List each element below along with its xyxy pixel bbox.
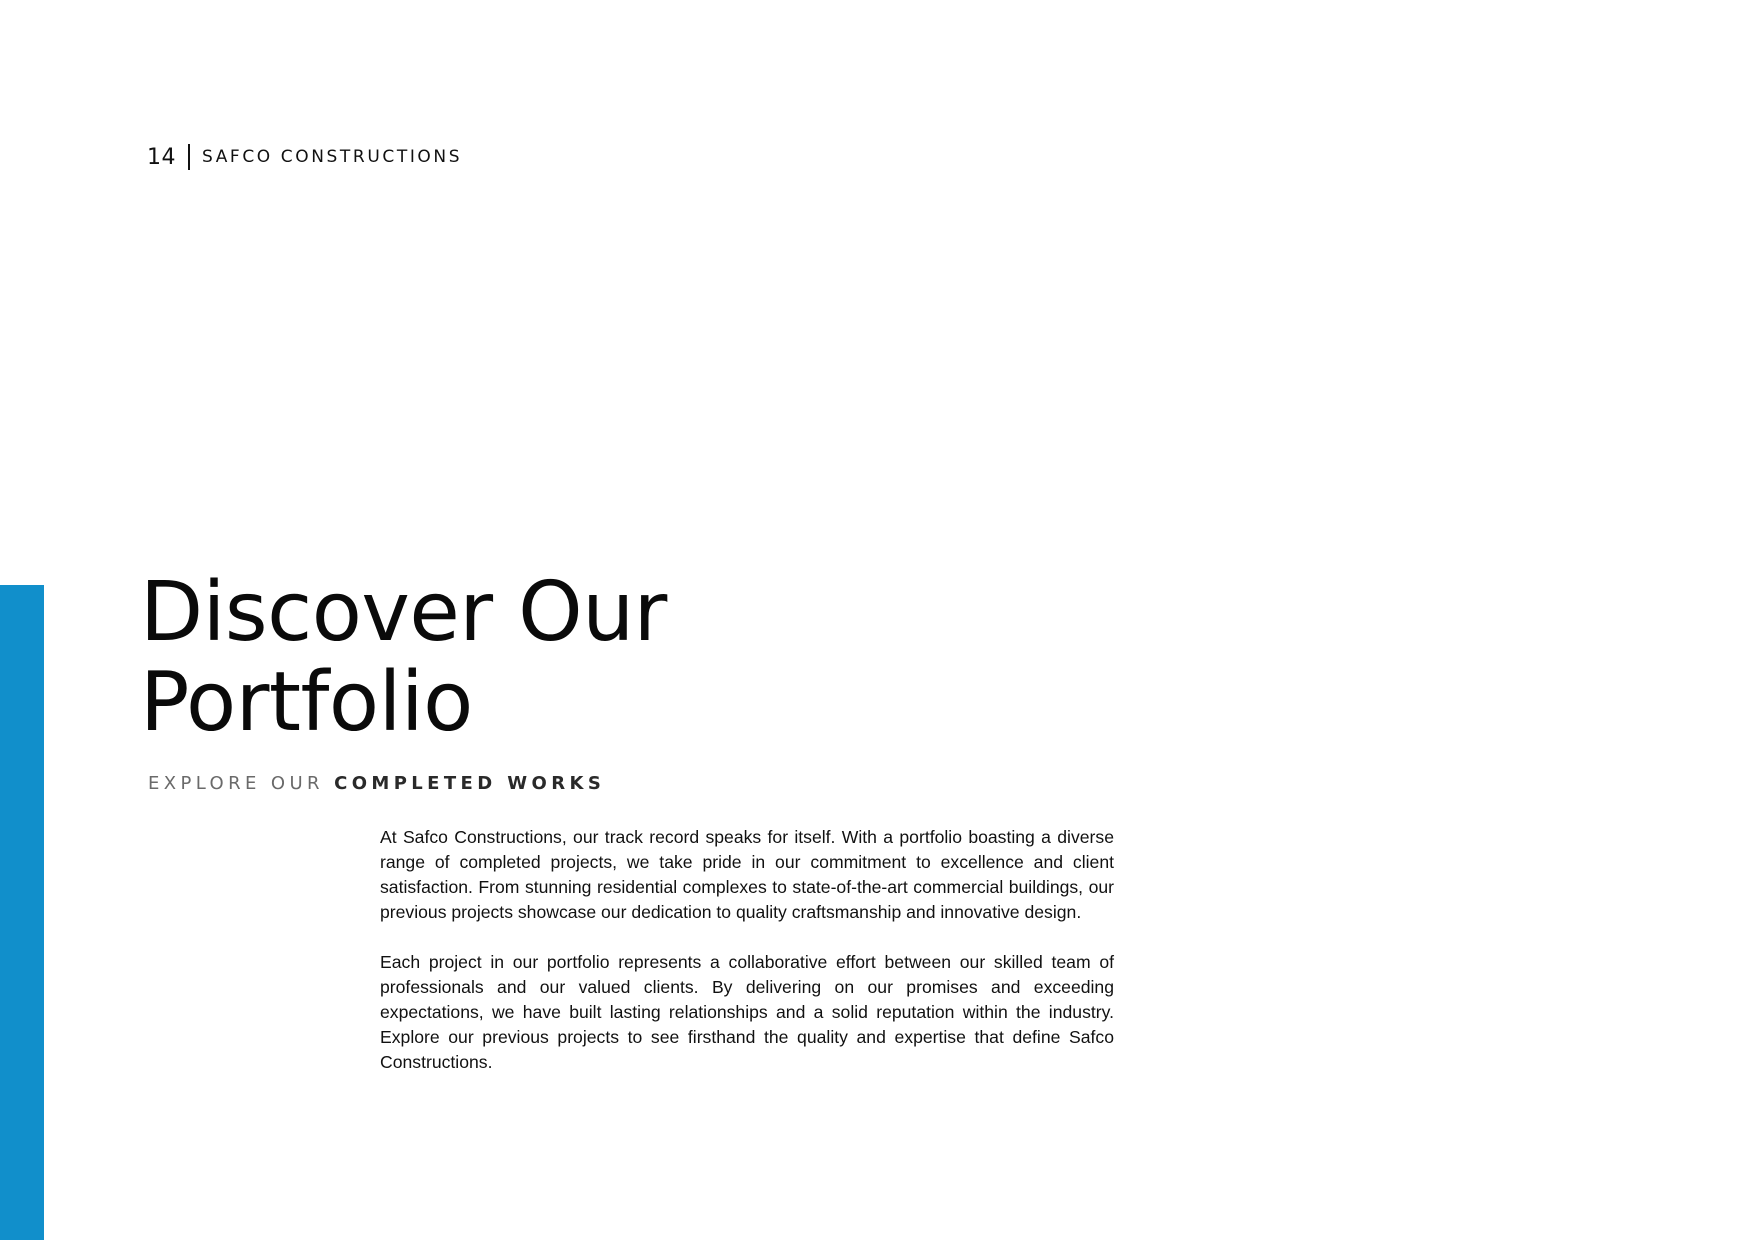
page-header: 14 SAFCO CONSTRUCTIONS xyxy=(147,140,462,174)
subtitle-bold: COMPLETED WORKS xyxy=(334,773,606,794)
body-paragraph-2: Each project in our portfolio represents… xyxy=(380,952,1114,1072)
accent-bar xyxy=(0,585,44,1240)
subtitle: EXPLORE OUR COMPLETED WORKS xyxy=(148,773,605,794)
page-title: Discover Our Portfolio xyxy=(140,568,667,748)
page-title-line-2: Portfolio xyxy=(140,655,473,750)
page-number: 14 xyxy=(147,144,176,170)
body-paragraph-1: At Safco Constructions, our track record… xyxy=(380,827,1114,922)
header-divider xyxy=(188,144,190,170)
subtitle-light: EXPLORE OUR xyxy=(148,773,324,794)
page-title-line-1: Discover Our xyxy=(140,565,667,660)
brand-name: SAFCO CONSTRUCTIONS xyxy=(202,147,463,167)
body-copy: At Safco Constructions, our track record… xyxy=(380,825,1114,1100)
